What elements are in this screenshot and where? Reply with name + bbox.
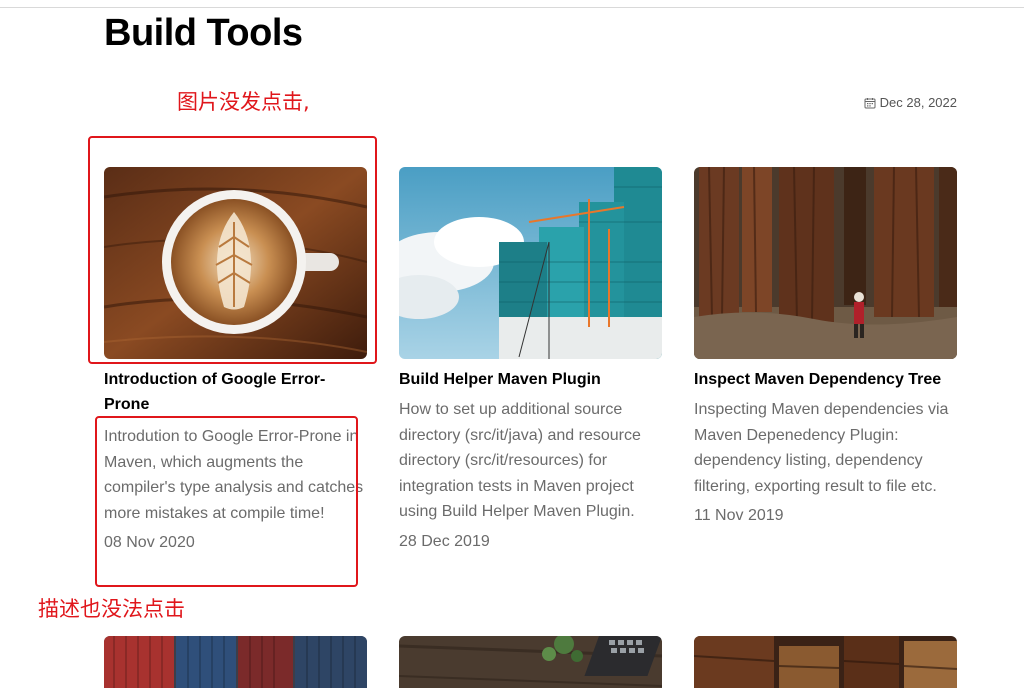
post-thumbnail[interactable] <box>399 636 662 688</box>
post-thumbnail[interactable] <box>694 167 957 359</box>
desk-keyboard-plant-image <box>399 636 662 688</box>
post-thumbnail[interactable] <box>694 636 957 688</box>
annotation-image-note: 图片没发点击, <box>177 90 310 114</box>
redwood-forest-image <box>694 167 957 359</box>
post-description[interactable]: Introdution to Google Error-Prone in Mav… <box>104 424 367 526</box>
page-title: Build Tools <box>104 12 303 54</box>
post-title-link[interactable]: Inspect Maven Dependency Tree <box>694 367 957 392</box>
post-card: Inspect Maven Dependency Tree Inspecting… <box>694 167 957 525</box>
post-card: Introduction of Google Error-Prone Intro… <box>104 167 367 552</box>
post-thumbnail[interactable] <box>104 636 367 688</box>
calendar-icon <box>864 97 876 108</box>
shipping-containers-image <box>104 636 367 688</box>
post-description[interactable]: How to set up additional source director… <box>399 397 662 525</box>
coffee-cup-image <box>104 167 367 359</box>
post-date: 28 Dec 2019 <box>399 532 490 550</box>
top-divider <box>0 7 1024 8</box>
post-thumbnail[interactable] <box>104 167 367 359</box>
last-updated-date-text: Dec 28, 2022 <box>879 95 957 110</box>
annotation-description-note: 描述也没法点击 <box>38 597 185 621</box>
post-date: 08 Nov 2020 <box>104 534 195 552</box>
last-updated-date: Dec 28, 2022 <box>864 95 957 110</box>
post-title-link[interactable]: Introduction of Google Error-Prone <box>104 367 367 417</box>
post-date: 11 Nov 2019 <box>694 507 784 525</box>
post-title-link[interactable]: Build Helper Maven Plugin <box>399 367 662 392</box>
buildings-construction-image <box>399 167 662 359</box>
old-books-image <box>694 636 957 688</box>
post-card: Build Helper Maven Plugin How to set up … <box>399 167 662 551</box>
post-thumbnail[interactable] <box>399 167 662 359</box>
post-description[interactable]: Inspecting Maven dependencies via Maven … <box>694 397 957 499</box>
